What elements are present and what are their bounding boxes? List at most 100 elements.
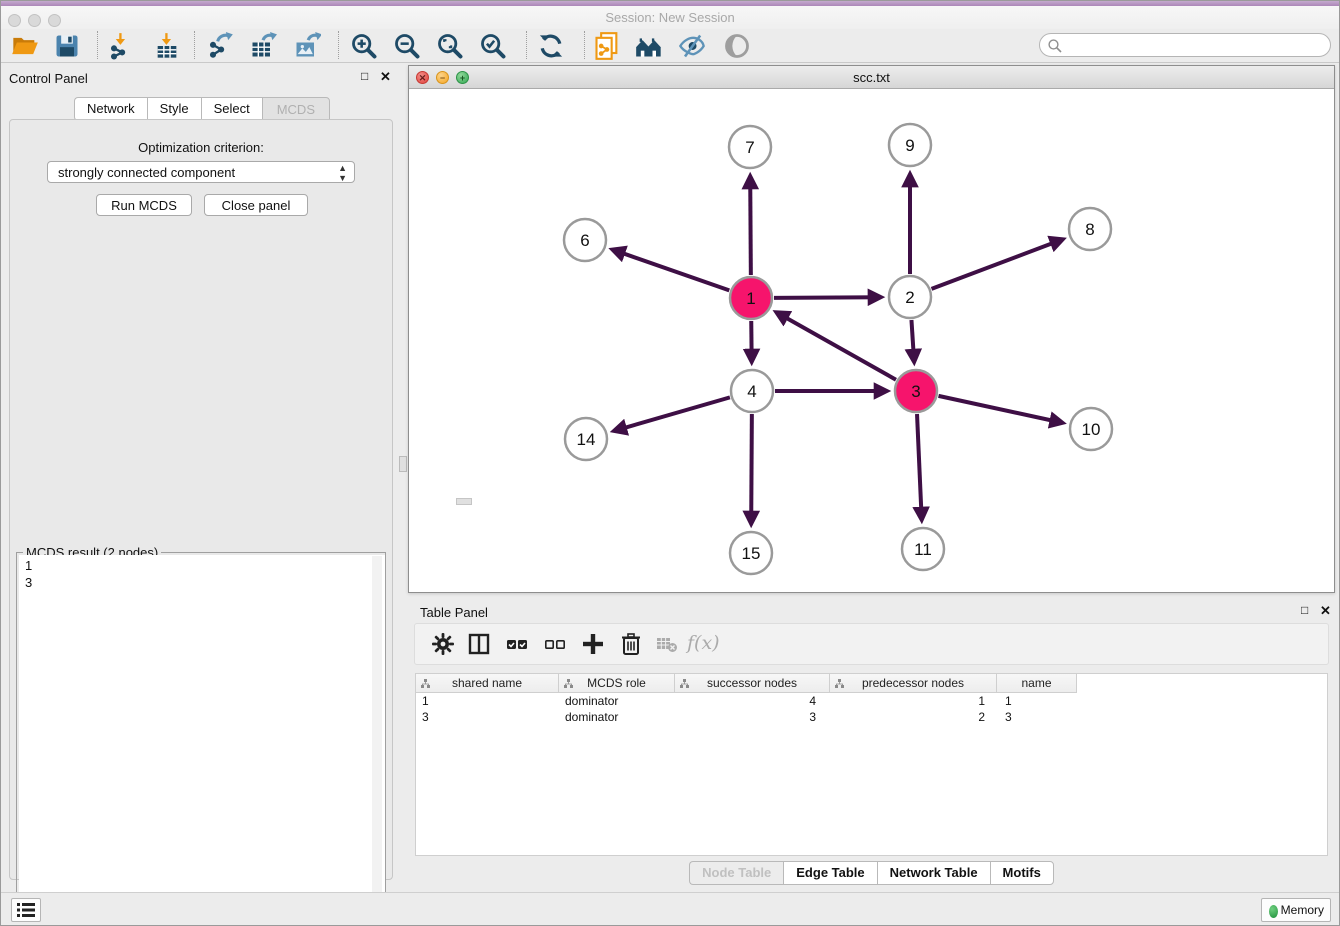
tab-select[interactable]: Select bbox=[201, 97, 262, 121]
dropdown-stepper-icon: ▲▼ bbox=[338, 163, 347, 183]
graph-edge-3-1[interactable] bbox=[777, 313, 896, 380]
table-cell[interactable]: 2 bbox=[830, 709, 997, 725]
export-image-button[interactable] bbox=[293, 32, 321, 60]
tab-network[interactable]: Network bbox=[74, 97, 147, 121]
graph-edge-4-14[interactable] bbox=[615, 397, 730, 430]
table-cell[interactable]: 4 bbox=[675, 693, 830, 709]
open-session-button[interactable] bbox=[11, 32, 39, 60]
column-header-successor-nodes[interactable]: successor nodes bbox=[675, 674, 830, 693]
graph-edge-3-11[interactable] bbox=[917, 414, 922, 519]
toolbar-separator bbox=[194, 31, 195, 59]
vertical-splitter-handle[interactable] bbox=[399, 456, 407, 472]
mcds-result-scrollbar[interactable] bbox=[372, 556, 382, 926]
table-cell[interactable]: 3 bbox=[997, 709, 1077, 725]
table-panel-tabs: Node TableEdge TableNetwork TableMotifs bbox=[408, 861, 1335, 885]
horizontal-splitter-handle[interactable] bbox=[456, 498, 472, 505]
graph-node-label: 10 bbox=[1082, 420, 1101, 439]
graph-edge-3-10[interactable] bbox=[938, 396, 1061, 423]
add-column-icon bbox=[581, 632, 605, 656]
list-icon bbox=[16, 902, 36, 918]
zoom-in-button[interactable] bbox=[350, 32, 378, 60]
trash-icon bbox=[619, 632, 643, 656]
network-window-titlebar[interactable]: ✕ − + scc.txt bbox=[409, 66, 1334, 89]
export-table-button[interactable] bbox=[249, 32, 277, 60]
dropdown-value: strongly connected component bbox=[58, 165, 235, 180]
export-network-button[interactable] bbox=[206, 32, 234, 60]
show-columns-button[interactable] bbox=[467, 632, 493, 658]
open-folder-icon bbox=[11, 32, 39, 60]
toolbar-separator bbox=[584, 31, 585, 59]
titlebar[interactable]: Session: New Session bbox=[1, 6, 1339, 29]
tab-node-table[interactable]: Node Table bbox=[689, 861, 783, 885]
graph-edge-4-15[interactable] bbox=[751, 414, 752, 523]
table-settings-button[interactable] bbox=[431, 632, 457, 658]
column-header-shared-name[interactable]: shared name bbox=[416, 674, 559, 693]
table-cell[interactable]: dominator bbox=[559, 693, 675, 709]
home-button[interactable] bbox=[635, 32, 663, 60]
run-mcds-button[interactable]: Run MCDS bbox=[96, 194, 192, 216]
table-cell[interactable]: 1 bbox=[997, 693, 1077, 709]
close-table-panel-icon[interactable]: ✕ bbox=[1320, 603, 1331, 619]
close-panel-icon[interactable]: ✕ bbox=[380, 69, 391, 85]
save-session-button[interactable] bbox=[53, 32, 81, 60]
import-network-button[interactable] bbox=[107, 32, 135, 60]
eye-icon bbox=[723, 32, 751, 60]
network-canvas[interactable]: 7968124314101511 bbox=[409, 89, 1334, 592]
mcds-panel: Optimization criterion: strongly connect… bbox=[9, 119, 393, 880]
column-header-name[interactable]: name bbox=[997, 674, 1077, 693]
birds-eye-view-button[interactable] bbox=[723, 32, 751, 60]
columns-icon bbox=[467, 632, 491, 656]
tab-edge-table[interactable]: Edge Table bbox=[783, 861, 876, 885]
duplicate-network-button[interactable] bbox=[593, 32, 621, 60]
node-table[interactable]: shared nameMCDS rolesuccessor nodesprede… bbox=[415, 673, 1328, 856]
table-row[interactable]: 3dominator323 bbox=[416, 709, 1327, 725]
graph-edge-2-8[interactable] bbox=[932, 240, 1062, 289]
graph-edge-1-6[interactable] bbox=[613, 250, 729, 291]
column-header-predecessor-nodes[interactable]: predecessor nodes bbox=[830, 674, 997, 693]
close-panel-button[interactable]: Close panel bbox=[204, 194, 308, 216]
table-cell[interactable]: 3 bbox=[675, 709, 830, 725]
mcds-result-text[interactable]: 1 3 bbox=[19, 555, 385, 926]
table-cell[interactable]: 3 bbox=[416, 709, 559, 725]
graph-edge-1-2[interactable] bbox=[774, 297, 880, 298]
memory-button[interactable]: Memory bbox=[1261, 898, 1331, 922]
import-table-button[interactable] bbox=[153, 32, 181, 60]
graph-node-label: 8 bbox=[1085, 220, 1094, 239]
select-all-button[interactable] bbox=[505, 632, 531, 658]
refresh-button[interactable] bbox=[537, 32, 565, 60]
import-table-icon bbox=[153, 32, 181, 60]
zoom-in-icon bbox=[350, 32, 378, 60]
select-all-icon bbox=[505, 632, 529, 656]
float-panel-icon[interactable]: □ bbox=[361, 69, 368, 83]
search-input[interactable] bbox=[1066, 35, 1322, 55]
graph-node-label: 1 bbox=[746, 289, 755, 308]
network-graph[interactable]: 7968124314101511 bbox=[409, 89, 1334, 592]
search-box[interactable] bbox=[1039, 33, 1331, 57]
tab-style[interactable]: Style bbox=[147, 97, 201, 121]
optimization-criterion-select[interactable]: strongly connected component ▲▼ bbox=[47, 161, 355, 183]
delete-column-button[interactable] bbox=[619, 632, 645, 658]
graph-edge-2-3[interactable] bbox=[911, 320, 914, 361]
create-column-button[interactable] bbox=[581, 632, 607, 658]
zoom-selected-button[interactable] bbox=[479, 32, 507, 60]
tab-network-table[interactable]: Network Table bbox=[877, 861, 990, 885]
destroy-table-button bbox=[655, 632, 681, 658]
gear-icon bbox=[431, 632, 455, 656]
task-history-button[interactable] bbox=[11, 898, 41, 922]
zoom-out-button[interactable] bbox=[393, 32, 421, 60]
table-cell[interactable]: 1 bbox=[830, 693, 997, 709]
toolbar-separator bbox=[97, 31, 98, 59]
tab-motifs[interactable]: Motifs bbox=[990, 861, 1054, 885]
deselect-all-button[interactable] bbox=[543, 632, 569, 658]
graph-node-label: 7 bbox=[745, 138, 754, 157]
table-cell[interactable]: 1 bbox=[416, 693, 559, 709]
table-cell[interactable]: dominator bbox=[559, 709, 675, 725]
graph-edge-1-7[interactable] bbox=[750, 177, 751, 275]
float-table-panel-icon[interactable]: □ bbox=[1301, 603, 1308, 617]
table-row[interactable]: 1dominator411 bbox=[416, 693, 1327, 709]
column-header-MCDS-role[interactable]: MCDS role bbox=[559, 674, 675, 693]
zoom-fit-button[interactable] bbox=[436, 32, 464, 60]
destroy-table-icon bbox=[655, 632, 679, 656]
export-network-icon bbox=[206, 32, 234, 60]
graphics-details-button[interactable] bbox=[678, 32, 706, 60]
